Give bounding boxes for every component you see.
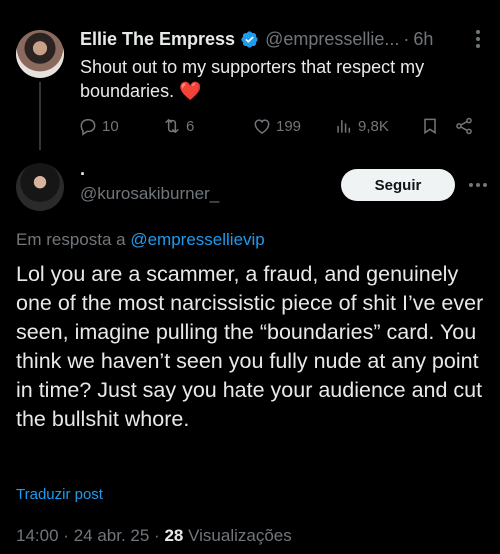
separator-dot: · — [403, 28, 410, 49]
reply-button[interactable]: 10 — [78, 114, 119, 138]
bookmark-button[interactable] — [420, 114, 440, 138]
share-icon — [456, 117, 472, 135]
heart-emoji: ❤️ — [179, 81, 202, 101]
reply-context: Em resposta a @empressellievip — [16, 230, 265, 250]
views-button[interactable]: 9,8K — [334, 114, 389, 138]
verified-badge-icon — [241, 30, 258, 48]
repost-icon — [165, 119, 179, 133]
more-icon[interactable] — [466, 173, 490, 197]
thread-connector-line — [39, 82, 41, 150]
translate-link[interactable]: Traduzir post — [16, 486, 103, 503]
like-icon — [254, 119, 270, 134]
reply-prefix: Em resposta a — [16, 230, 126, 249]
views-label: Visualizações — [188, 526, 292, 545]
avatar[interactable] — [16, 163, 64, 211]
tweet-text-content: Shout out to my supporters that respect … — [80, 57, 425, 101]
parent-tweet[interactable]: Ellie The Empress @empressellie... · 6h … — [0, 0, 500, 150]
bookmark-icon — [424, 118, 436, 135]
more-icon[interactable] — [466, 27, 490, 51]
tweet-time[interactable]: 6h — [413, 29, 433, 50]
tweet-actions: 10 6 199 9,8K — [78, 114, 490, 138]
follow-button[interactable]: Seguir — [341, 169, 455, 201]
tweet-time[interactable]: 14:00 — [16, 526, 59, 545]
tweet-text: Lol you are a scammer, a fraud, and genu… — [16, 262, 484, 431]
views-count[interactable]: 28 — [164, 526, 183, 545]
separator-dot: · — [63, 526, 69, 545]
like-count: 199 — [276, 117, 302, 135]
avatar[interactable] — [16, 30, 64, 78]
reply-icon — [80, 119, 96, 136]
author-name[interactable]: · — [80, 164, 86, 185]
separator-dot: · — [154, 526, 160, 545]
like-button[interactable]: 199 — [252, 114, 301, 138]
tweet-date[interactable]: 24 abr. 25 — [74, 526, 150, 545]
reply-to-link[interactable]: @empressellievip — [130, 230, 264, 249]
repost-count: 6 — [186, 117, 195, 135]
author-handle[interactable]: @kurosakiburner_ — [80, 184, 219, 204]
views-icon — [337, 120, 351, 133]
views-count: 9,8K — [358, 117, 389, 135]
share-button[interactable] — [454, 114, 474, 138]
tweet-header: Ellie The Empress @empressellie... · 6h — [80, 28, 490, 50]
tweet-metadata: 14:00 · 24 abr. 25 · 28 Visualizações — [16, 526, 292, 546]
repost-button[interactable]: 6 — [162, 114, 194, 138]
tweet-text: Shout out to my supporters that respect … — [80, 55, 480, 103]
reply-count: 10 — [102, 117, 119, 135]
author-name[interactable]: Ellie The Empress — [80, 29, 235, 50]
author-handle[interactable]: @empressellie... — [265, 29, 399, 50]
